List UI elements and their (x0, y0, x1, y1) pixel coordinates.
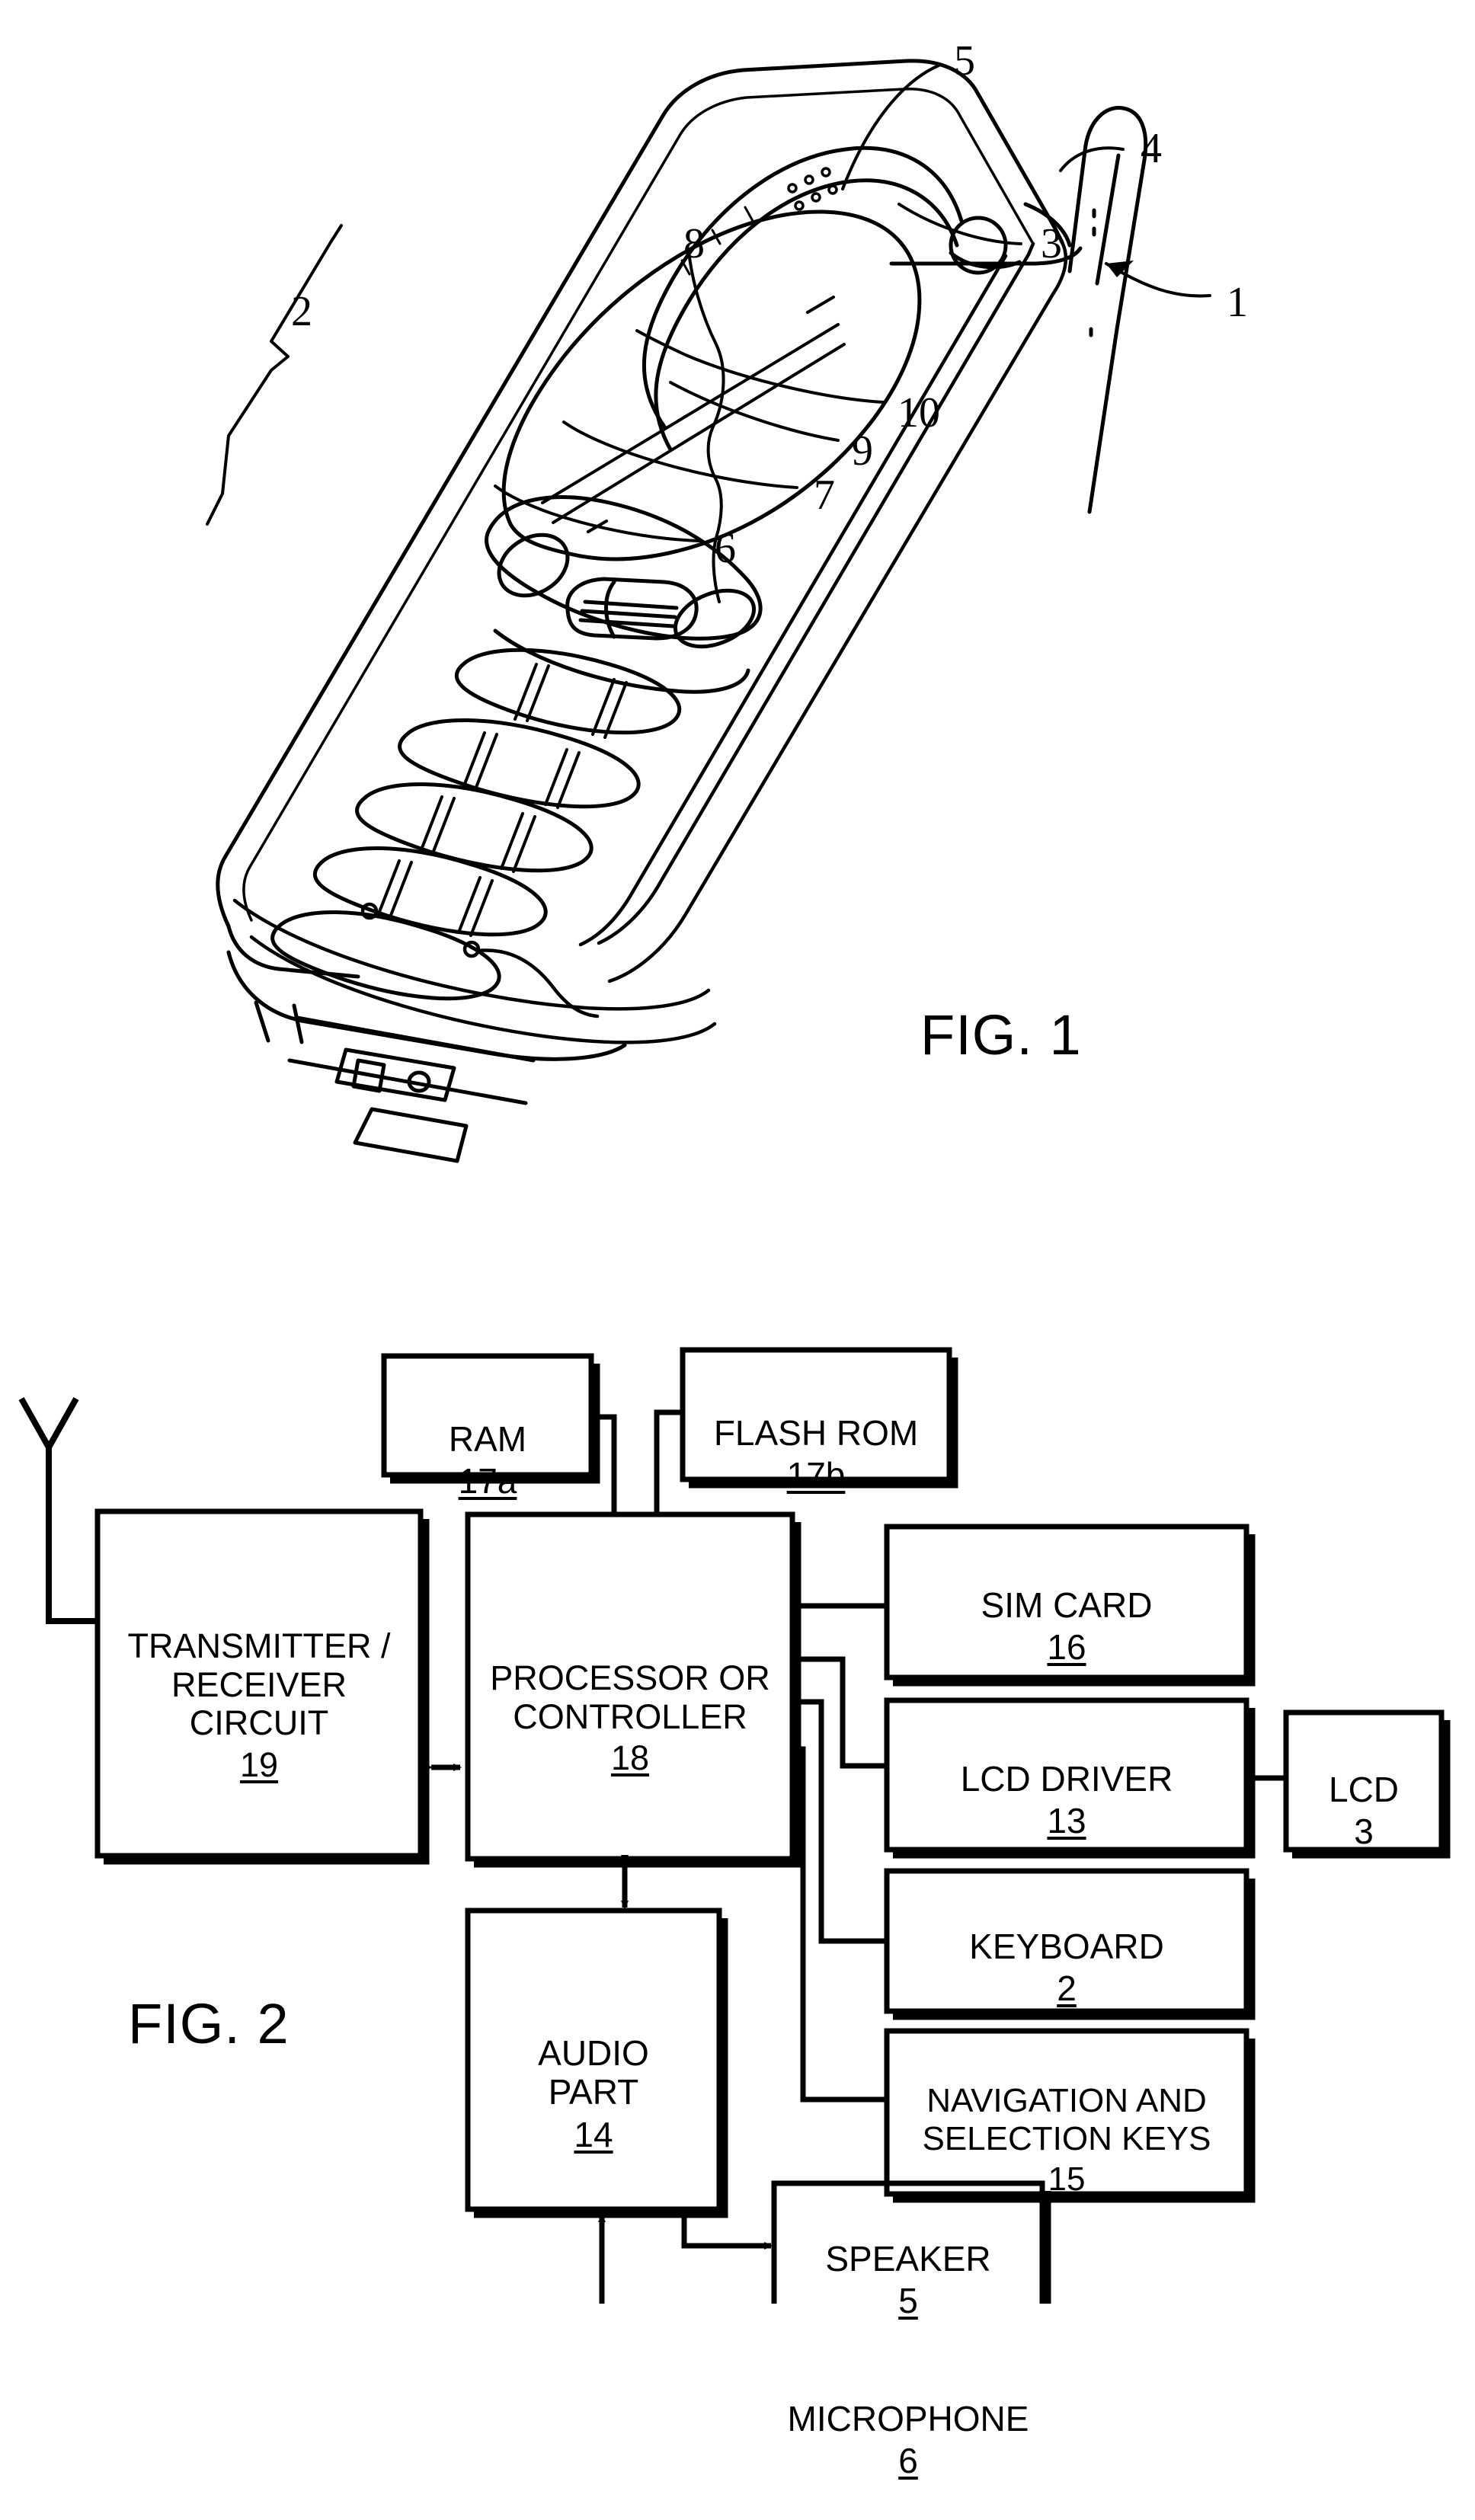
block-nav-shadow (893, 2039, 1256, 2203)
block-lcd (1283, 1709, 1445, 1853)
block-audio-part (465, 1908, 722, 2212)
conn-processor-keyboard (792, 1699, 887, 1944)
antenna-symbol (18, 1397, 98, 1624)
block-lcd-shadow (1292, 1720, 1451, 1859)
conn-flash-processor (654, 1409, 683, 1514)
block-sim-shadow (893, 1534, 1256, 1687)
block-ram (381, 1353, 594, 1478)
figure-2-label: FIG. 2 (128, 1992, 290, 2055)
block-transmitter-receiver (94, 1508, 424, 1859)
patent-drawing-sheet: 5 4 3 1 8 2 10 9 7 6 FIG. 1 RAM 17a FLAS… (0, 0, 1475, 2480)
block-sim-card (884, 1524, 1249, 1681)
block-speaker-shadow (1042, 2191, 1051, 2304)
block-navigation-selection-keys (884, 2028, 1249, 2197)
block-microphone-text: MICROPHONE 6 (774, 2360, 1042, 2520)
block-processor-shadow (474, 1522, 801, 1868)
block-lcd-driver-shadow (893, 1708, 1256, 1859)
block-lcd-driver (884, 1697, 1249, 1853)
block-microphone-number: 6 (898, 2441, 918, 2481)
block-processor (465, 1511, 795, 1862)
conn-processor-navkeys (792, 1746, 887, 2103)
conn-microphone-audio (598, 2214, 606, 2304)
block-flash-rom (680, 1347, 952, 1482)
block-keyboard (884, 1868, 1249, 2014)
block-flash-rom-shadow (689, 1358, 958, 1489)
block-ram-shadow (390, 1364, 600, 1484)
block-keyboard-shadow (893, 1879, 1256, 2020)
conn-processor-lcddriver (792, 1656, 887, 1769)
figure-2-block-diagram (18, 1347, 1451, 2304)
block-microphone-title: MICROPHONE (787, 2398, 1029, 2438)
block-audio-shadow (474, 1918, 728, 2218)
block-transmitter-shadow (104, 1519, 430, 1865)
